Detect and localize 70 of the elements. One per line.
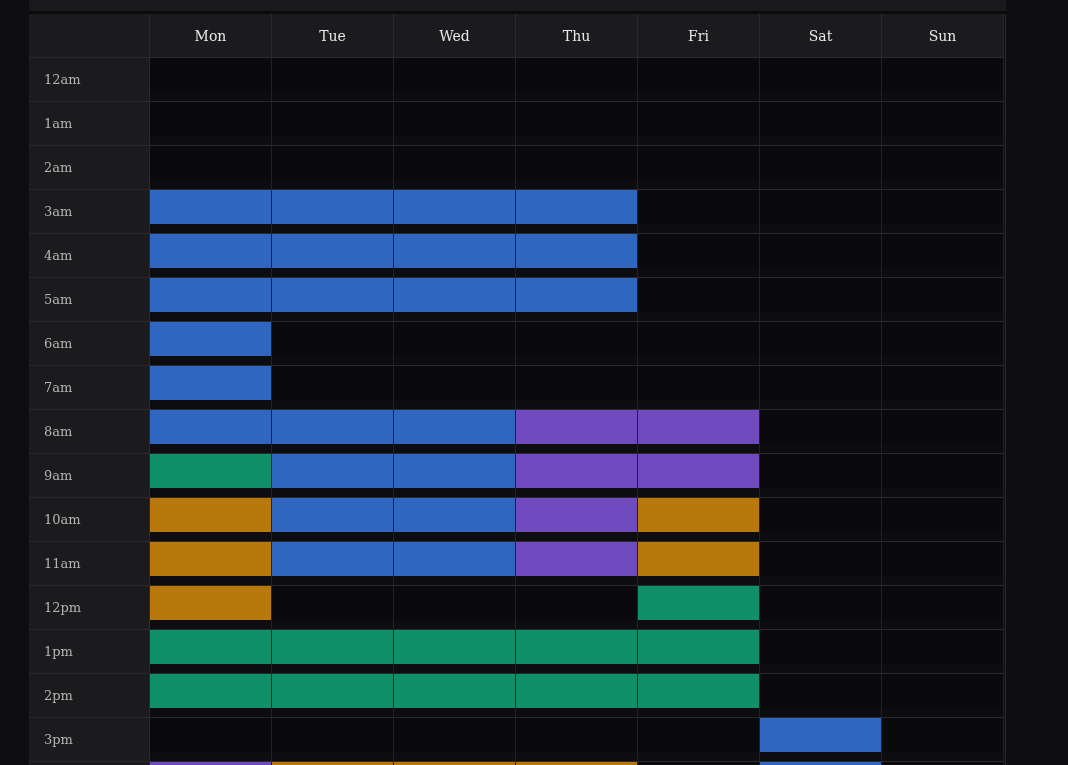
event-block[interactable] [150,366,271,400]
event-block[interactable] [394,278,515,312]
event-block[interactable] [272,410,393,444]
event-block[interactable] [516,190,637,224]
event-block[interactable] [150,190,271,224]
time-label: 3am [29,190,150,234]
event-block[interactable] [516,278,637,312]
event-block[interactable] [272,190,393,224]
event-block[interactable] [150,234,271,268]
event-block[interactable] [638,454,759,488]
time-label: 10am [29,498,150,542]
time-label: 9am [29,454,150,498]
event-block[interactable] [394,674,515,708]
event-block[interactable] [150,278,271,312]
event-block[interactable] [516,410,637,444]
event-block[interactable] [394,410,515,444]
time-label: 11am [29,542,150,586]
event-block[interactable] [394,234,515,268]
event-block[interactable] [516,542,637,576]
event-block[interactable] [150,630,271,664]
event-block[interactable] [394,498,515,532]
event-block[interactable] [272,674,393,708]
time-label: 12pm [29,586,150,630]
day-header: Thu [516,14,638,58]
time-label: 8am [29,410,150,454]
event-block[interactable] [638,586,759,620]
event-block[interactable] [394,542,515,576]
time-label: 12am [29,58,150,102]
event-block[interactable] [150,454,271,488]
time-label: 4am [29,234,150,278]
event-block[interactable] [638,498,759,532]
event-block[interactable] [638,410,759,444]
event-block[interactable] [516,674,637,708]
event-block[interactable] [272,454,393,488]
event-block[interactable] [150,674,271,708]
event-block[interactable] [516,498,637,532]
event-block[interactable] [150,322,271,356]
event-block[interactable] [150,542,271,576]
event-block[interactable] [394,190,515,224]
time-label: 2am [29,146,150,190]
event-block[interactable] [516,630,637,664]
event-block[interactable] [638,542,759,576]
time-label: 1pm [29,630,150,674]
day-header: Tue [272,14,394,58]
event-block[interactable] [638,630,759,664]
time-label: 6am [29,322,150,366]
day-header: Sun [882,14,1004,58]
event-block[interactable] [272,542,393,576]
time-label: 7am [29,366,150,410]
event-block[interactable] [394,454,515,488]
event-block[interactable] [272,498,393,532]
event-block[interactable] [272,234,393,268]
day-header: Wed [394,14,516,58]
event-block[interactable] [516,454,637,488]
event-block[interactable] [516,234,637,268]
time-label: 5am [29,278,150,322]
event-block[interactable] [638,674,759,708]
event-block[interactable] [272,630,393,664]
time-label: 3pm [29,718,150,762]
day-header: Sat [760,14,882,58]
event-block[interactable] [150,410,271,444]
event-block[interactable] [272,278,393,312]
day-header: Mon [150,14,272,58]
event-block[interactable] [760,718,881,752]
event-block[interactable] [150,498,271,532]
event-block[interactable] [150,586,271,620]
event-block[interactable] [394,630,515,664]
time-label: 2pm [29,674,150,718]
day-header: Fri [638,14,760,58]
time-label: 1am [29,102,150,146]
